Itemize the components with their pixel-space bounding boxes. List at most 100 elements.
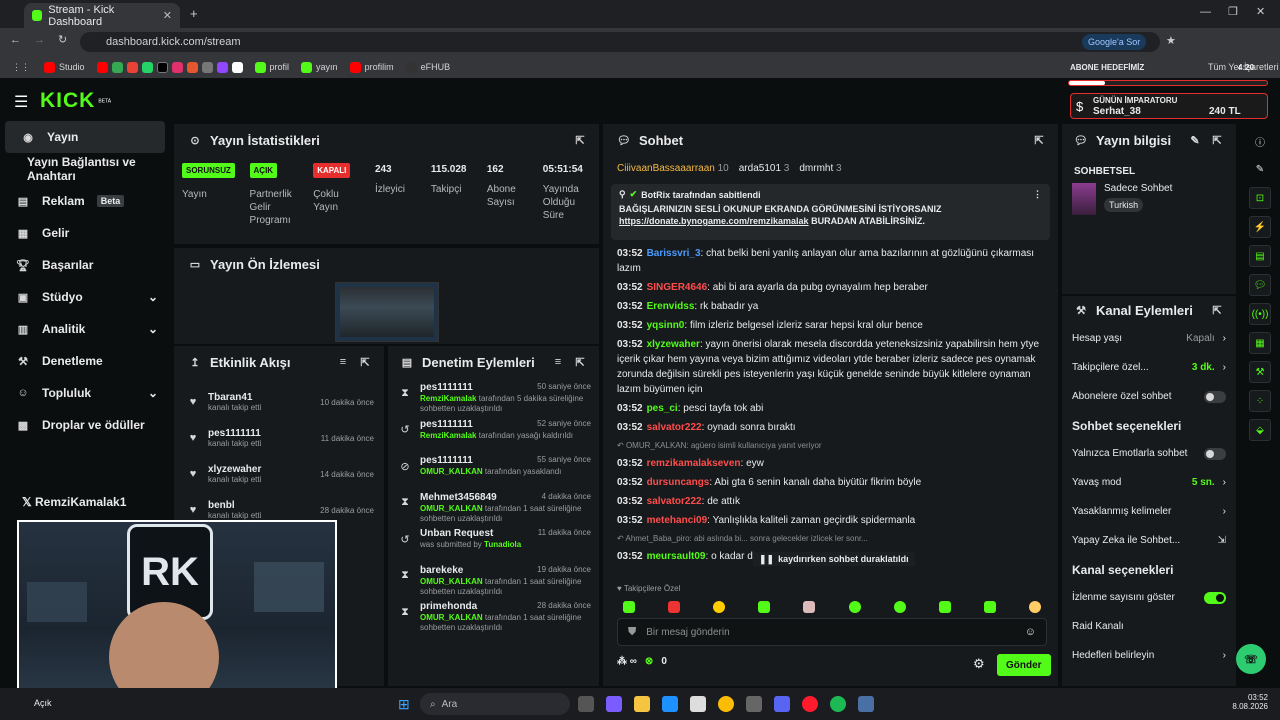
copilot-icon[interactable]	[606, 696, 622, 712]
edit-icon[interactable]: ✎	[1188, 133, 1202, 147]
discord-icon[interactable]	[774, 696, 790, 712]
chat-username[interactable]: xlyzewaher	[647, 339, 700, 350]
emote-icon[interactable]	[758, 601, 771, 613]
taskbar-search[interactable]: ⌕ Ara	[420, 693, 570, 715]
support-chat-icon[interactable]: ☏	[1236, 644, 1266, 674]
setting-row[interactable]: Abonelere özel sohbet	[1062, 382, 1236, 411]
setting-row[interactable]: Yasaklanmış kelimeler ›	[1062, 497, 1236, 526]
setting-row[interactable]: Yalnızca Emotlarla sohbet	[1062, 439, 1236, 468]
filter-icon[interactable]: ≡	[551, 355, 565, 369]
emoji-icon[interactable]: ☺	[1025, 626, 1036, 638]
setting-row[interactable]: İzlenme sayısını göster	[1062, 583, 1236, 612]
sidebar-item-stream-key[interactable]: Yayın Bağlantısı ve Anahtarı	[0, 153, 170, 185]
opera-icon[interactable]	[802, 696, 818, 712]
emote-icon[interactable]	[713, 601, 726, 613]
kick-logo[interactable]: KICK BETA	[40, 89, 111, 113]
popout-icon[interactable]: ⇱	[573, 355, 587, 369]
app-icon[interactable]	[858, 696, 874, 712]
new-tab-icon[interactable]: +	[190, 6, 198, 21]
sidebar-item-gelir[interactable]: ▦ Gelir	[0, 217, 170, 249]
bookmark-profilim[interactable]: profilim	[349, 61, 394, 73]
chat-username[interactable]: metehanci09	[647, 515, 708, 526]
sidebar-item-yayin[interactable]: ◉ Yayın	[5, 121, 165, 153]
more-icon[interactable]: ⋮	[1033, 189, 1042, 200]
sidebar-item-topluluk[interactable]: ☺ Topluluk ⌄	[0, 377, 170, 409]
address-bar[interactable]: dashboard.kick.com/stream Google'a Sor	[80, 32, 1160, 52]
emote-icon[interactable]	[848, 601, 861, 613]
setting-row[interactable]: Takipçilere özel... 3 dk. ›	[1062, 353, 1236, 382]
chat-username[interactable]: meursault09	[647, 551, 706, 562]
sidebar-item-reklam[interactable]: ▤ Reklam Beta	[0, 185, 170, 217]
popout-icon[interactable]: ⇱	[573, 133, 587, 147]
store-icon[interactable]	[690, 696, 706, 712]
chat-username[interactable]: pes_ci	[647, 403, 678, 414]
chat-username[interactable]: SINGER4646	[647, 282, 708, 293]
setting-row[interactable]: Yapay Zeka ile Sohbet... ⇲	[1062, 526, 1236, 555]
emote-icon[interactable]	[1028, 601, 1041, 613]
apps-icon[interactable]: ⋮⋮	[12, 62, 30, 73]
sidebar-item-denetleme[interactable]: ⚒ Denetleme	[0, 345, 170, 377]
toggle-switch[interactable]	[1204, 591, 1226, 604]
chat-username[interactable]: yqsinn0	[647, 320, 685, 331]
chrome-icon[interactable]	[718, 696, 734, 712]
chat-username[interactable]: Barissvri_3	[647, 248, 701, 259]
preview-thumbnail[interactable]	[335, 282, 439, 342]
emote-icon[interactable]	[893, 601, 906, 613]
sidebar-item-droplar[interactable]: ▩ Droplar ve ödüller	[0, 409, 170, 441]
bookmark-yayin[interactable]: yayın	[301, 61, 338, 73]
filter-icon[interactable]: ≡	[336, 355, 350, 369]
popout-icon[interactable]: ⇱	[1210, 133, 1224, 147]
dots-icon[interactable]: ⁘	[1249, 390, 1271, 412]
emote-icon[interactable]	[938, 601, 951, 613]
chat-username[interactable]: Erenvidss	[647, 301, 695, 312]
taskview-icon[interactable]	[578, 696, 594, 712]
chat-username[interactable]: dursuncangs	[647, 477, 710, 488]
sidebar-item-analitik[interactable]: ▥ Analitik ⌄	[0, 313, 170, 345]
bolt-icon[interactable]: ⚡	[1249, 216, 1271, 238]
spotify-icon[interactable]	[830, 696, 846, 712]
popout-icon[interactable]: ⇱	[1210, 303, 1224, 317]
tag-chip[interactable]: Turkish	[1104, 198, 1144, 212]
sidebar-item-studyo[interactable]: ▣ Stüdyo ⌄	[0, 281, 170, 313]
setting-row[interactable]: Yavaş mod 5 sn. ›	[1062, 468, 1236, 497]
browser-tab[interactable]: Stream - Kick Dashboard ✕	[24, 3, 180, 28]
back-icon[interactable]: ←	[10, 34, 21, 46]
close-tab-icon[interactable]: ✕	[163, 9, 172, 22]
popout-icon[interactable]: ⇱	[358, 355, 372, 369]
paused-banner[interactable]: ❚❚ kaydırırken sohbet duraklatıldı	[753, 552, 915, 566]
emote-icon[interactable]	[983, 601, 996, 613]
pinned-message[interactable]: ⚲ ✔ BotRix tarafından sabitlendi ⋮ BAĞIŞLAR…	[611, 184, 1050, 240]
reload-icon[interactable]: ↻	[58, 33, 67, 46]
bookmark-studio[interactable]: Studio	[44, 61, 85, 73]
setting-row[interactable]: Hesap yaşı Kapalı ›	[1062, 324, 1236, 353]
tray-clock[interactable]: 03:52 8.08.2026	[1212, 693, 1268, 711]
hamburger-menu-icon[interactable]: ☰	[14, 92, 28, 112]
edit-icon[interactable]: ✎	[1249, 158, 1271, 180]
toggle-switch[interactable]	[1204, 390, 1226, 403]
emote-icon[interactable]	[623, 601, 635, 613]
popout-icon[interactable]: ⇱	[1032, 133, 1046, 147]
settings-gear-icon[interactable]: ⚙	[973, 656, 985, 672]
chat-username[interactable]: remzikamalakseven	[647, 458, 741, 469]
emote-icon[interactable]	[668, 601, 681, 613]
setting-row[interactable]: Hedefleri belirleyin ›	[1062, 641, 1236, 670]
explorer-icon[interactable]	[634, 696, 650, 712]
doc-icon[interactable]: ▤	[1249, 245, 1271, 267]
chat-input[interactable]: ⛊ Bir mesaj gönderin ☺	[617, 618, 1047, 646]
google-ask-button[interactable]: Google'a Sor	[1082, 34, 1147, 50]
emote-icon[interactable]	[803, 601, 816, 613]
app-icon[interactable]	[746, 696, 762, 712]
scan-icon[interactable]: ⊡	[1249, 187, 1271, 209]
donate-link[interactable]: https://donate.bynogame.com/remzikamalak	[619, 216, 809, 226]
category-thumbnail[interactable]	[1072, 183, 1096, 215]
setting-row[interactable]: Raid Kanalı	[1062, 612, 1236, 641]
send-button[interactable]: Gönder	[997, 654, 1051, 676]
info-icon[interactable]: ⓘ	[1249, 130, 1271, 152]
chat-username[interactable]: salvator222	[647, 422, 702, 433]
maximize-icon[interactable]: ❐	[1228, 5, 1238, 18]
edge-icon[interactable]	[662, 696, 678, 712]
bookmark-profil[interactable]: profil	[254, 61, 289, 73]
chat-username[interactable]: salvator222	[647, 496, 702, 507]
badge-icon[interactable]: ⬙	[1249, 419, 1271, 441]
minimize-icon[interactable]: —	[1200, 6, 1211, 18]
